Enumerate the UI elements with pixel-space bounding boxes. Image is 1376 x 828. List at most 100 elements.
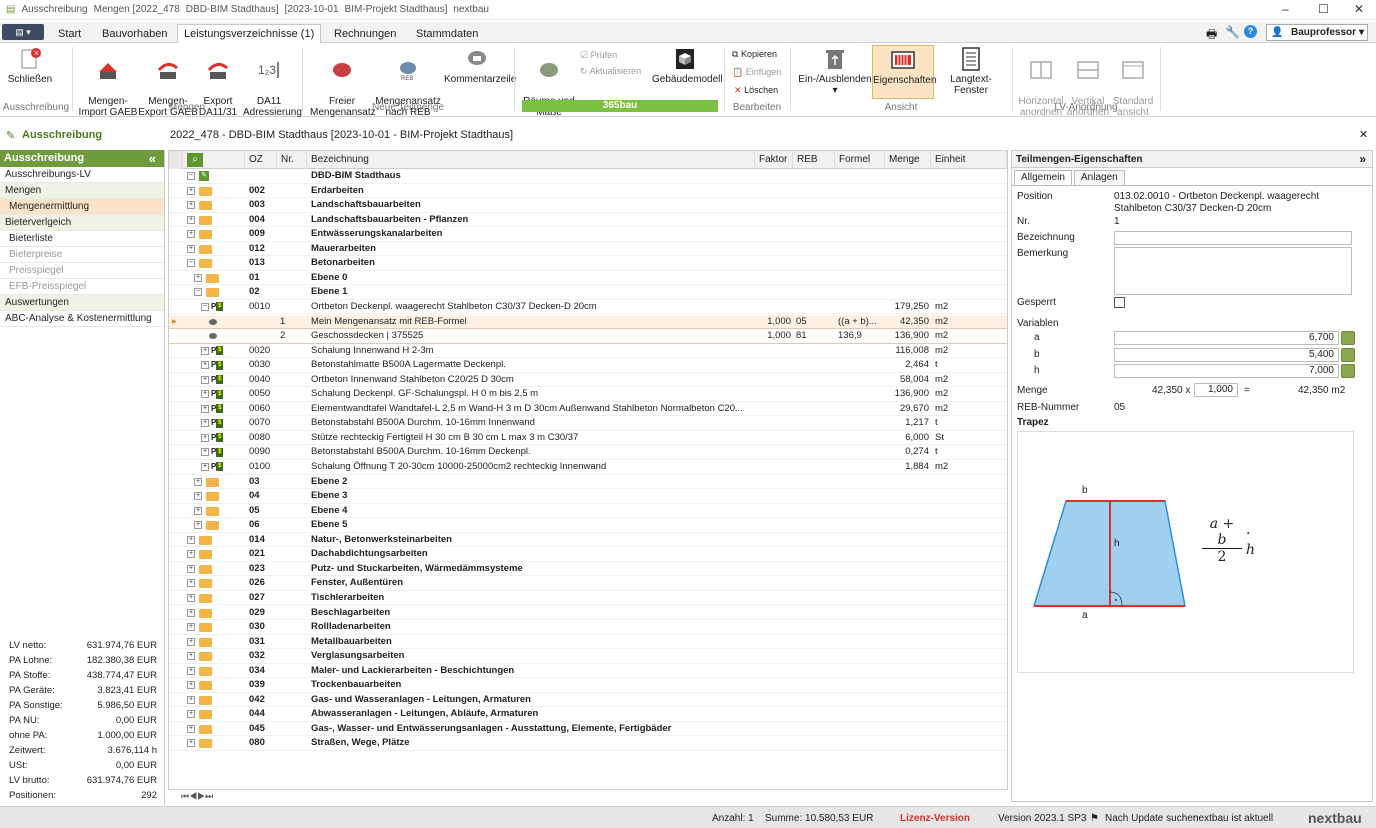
variable-value-input[interactable]: 7,000 — [1114, 364, 1339, 378]
folder-row[interactable]: +002 Erdarbeiten — [169, 184, 1007, 199]
expand-toggle-icon[interactable]: + — [187, 215, 195, 224]
expand-toggle-icon[interactable]: + — [187, 637, 195, 646]
expand-toggle-icon[interactable]: + — [201, 361, 209, 370]
search-icon[interactable]: ⌕ — [187, 153, 203, 167]
check-update-button[interactable]: Nach Update suchen — [1105, 813, 1198, 824]
app-menu-button[interactable]: ▤ ▾ — [2, 24, 44, 40]
quantity-row[interactable]: ▸ 1 Mein Mengenansatz mit REB-Formel 1,000 0… — [169, 314, 1007, 330]
col-header-bezeichnung[interactable]: Bezeichnung — [307, 151, 755, 169]
folder-row[interactable]: +027 Tischlerarbeiten — [169, 591, 1007, 606]
expand-toggle-icon[interactable]: + — [194, 273, 202, 282]
folder-row[interactable]: +05 Ebene 4 — [169, 504, 1007, 519]
folder-row[interactable]: +030 Rollladenarbeiten — [169, 620, 1007, 635]
nav-bieterliste[interactable]: Bieterliste — [0, 231, 164, 247]
folder-row[interactable]: +023 Putz- und Stuckarbeiten, Wärmedämmsy… — [169, 562, 1007, 577]
expand-toggle-icon[interactable]: + — [187, 230, 195, 239]
nav-section-auswertungen[interactable]: Auswertungen — [0, 295, 164, 311]
position-row[interactable]: + P $ 0060 Elementwandtafel Wandtafel-L 2,5 … — [169, 402, 1007, 417]
tab-rechnungen[interactable]: Rechnungen — [328, 25, 402, 43]
expand-toggle-icon[interactable]: + — [187, 710, 195, 719]
expand-toggle-icon[interactable]: − — [187, 259, 195, 268]
col-header-menge[interactable]: Menge — [885, 151, 931, 169]
col-header-reb[interactable]: REB — [793, 151, 835, 169]
expand-toggle-icon[interactable]: + — [187, 681, 195, 690]
bezeichnung-input[interactable] — [1114, 231, 1352, 245]
expand-toggle-icon[interactable]: + — [187, 244, 195, 253]
folder-row[interactable]: +031 Metallbauarbeiten — [169, 635, 1007, 650]
nav-bieterpreise[interactable]: Bieterpreise — [0, 247, 164, 263]
expand-toggle-icon[interactable]: + — [187, 579, 195, 588]
tab-anlagen[interactable]: Anlagen — [1074, 170, 1125, 185]
folder-row[interactable]: +06 Ebene 5 — [169, 518, 1007, 533]
expand-toggle-icon[interactable]: + — [201, 390, 209, 399]
expand-toggle-icon[interactable]: + — [194, 477, 202, 486]
folder-row[interactable]: +034 Maler- und Lackierarbeiten - Beschic… — [169, 664, 1007, 679]
quantity-row[interactable]: 2 Geschossdecken | 375525 1,000 81 136,9 136,… — [169, 329, 1007, 344]
last-page-icon[interactable]: ⏭ — [205, 791, 213, 801]
folder-row[interactable]: +039 Trockenbauarbeiten — [169, 678, 1007, 693]
position-row[interactable]: + P $ 0080 Stütze rechteckig Fertigteil H 30… — [169, 431, 1007, 446]
expand-toggle-icon[interactable]: + — [201, 346, 209, 355]
expand-toggle-icon[interactable]: + — [187, 593, 195, 602]
position-row[interactable]: + P $ 0090 Betonstabstahl B500A Durchm. 10-1… — [169, 445, 1007, 460]
expand-toggle-icon[interactable]: + — [201, 404, 209, 413]
folder-row[interactable]: +021 Dachabdichtungsarbeiten — [169, 547, 1007, 562]
folder-row[interactable]: +01 Ebene 0 — [169, 271, 1007, 286]
expand-toggle-icon[interactable]: − — [194, 288, 202, 297]
expand-toggle-icon[interactable]: + — [201, 433, 209, 442]
folder-row[interactable]: +032 Verglasungsarbeiten — [169, 649, 1007, 664]
folder-row[interactable]: − 02 Ebene 1 — [169, 285, 1007, 300]
expand-toggle-icon[interactable]: + — [187, 550, 195, 559]
close-document-button[interactable]: ✕ — [1359, 128, 1368, 141]
col-header-formel[interactable]: Formel — [835, 151, 885, 169]
col-header-faktor[interactable]: Faktor — [755, 151, 793, 169]
tab-leistungsverzeichnisse[interactable]: Leistungsverzeichnisse (1) — [177, 24, 322, 44]
collapse-right-button[interactable]: » — [1359, 151, 1366, 168]
position-row[interactable]: + P $ 0030 Betonstahlmatte B500A Lagermatte … — [169, 358, 1007, 373]
collapse-left-button[interactable]: « — [149, 150, 156, 167]
expand-toggle-icon[interactable]: − — [187, 172, 195, 180]
einfuegen-button[interactable]: 📋 Einfügen — [732, 66, 781, 78]
expand-toggle-icon[interactable]: + — [187, 623, 195, 632]
aktualisieren-button[interactable]: ↻ Aktualisieren — [580, 65, 641, 77]
variable-value-input[interactable]: 6,700 — [1114, 331, 1339, 345]
expand-toggle-icon[interactable]: + — [187, 652, 195, 661]
bemerkung-textarea[interactable] — [1114, 247, 1352, 295]
user-selector[interactable]: 👤 Bauprofessor ▾ — [1266, 24, 1368, 41]
position-row[interactable]: + P $ 0100 Schalung Öffnung T 20-30cm 10000-… — [169, 460, 1007, 475]
folder-row[interactable]: − ✎ DBD-BIM Stadthaus — [169, 169, 1007, 184]
expand-toggle-icon[interactable]: + — [194, 506, 202, 515]
expand-toggle-icon[interactable]: + — [201, 375, 209, 384]
folder-row[interactable]: +03 Ebene 2 — [169, 475, 1007, 490]
folder-row[interactable]: +009 Entwässerungskanalarbeiten — [169, 227, 1007, 242]
prev-page-icon[interactable]: ◀ — [189, 791, 197, 801]
position-row[interactable]: + P $ 0070 Betonstabstahl B500A Durchm. 10-1… — [169, 416, 1007, 431]
expand-toggle-icon[interactable]: + — [201, 463, 209, 471]
variable-pick-button[interactable] — [1341, 331, 1355, 345]
loeschen-button[interactable]: ✕ Löschen — [734, 84, 778, 96]
folder-row[interactable]: +026 Fenster, Außentüren — [169, 576, 1007, 591]
menge-factor-input[interactable]: 1,000 — [1194, 383, 1238, 397]
col-header-einheit[interactable]: Einheit — [931, 151, 1007, 169]
gesperrt-checkbox[interactable] — [1114, 297, 1125, 308]
nav-section-bietervergleich[interactable]: Bieterverlgeich — [0, 215, 164, 231]
expand-toggle-icon[interactable]: + — [187, 695, 195, 704]
col-header-nr[interactable]: Nr. — [277, 151, 307, 169]
tab-stammdaten[interactable]: Stammdaten — [410, 25, 484, 43]
expand-toggle-icon[interactable]: + — [187, 186, 195, 195]
position-row[interactable]: + P $ 0020 Schalung Innenwand H 2-3m 116,008 m… — [169, 344, 1007, 359]
expand-toggle-icon[interactable]: + — [187, 666, 195, 675]
variable-pick-button[interactable] — [1341, 364, 1355, 378]
expand-toggle-icon[interactable]: + — [194, 492, 202, 501]
kopieren-button[interactable]: ⧉ Kopieren — [732, 48, 777, 60]
nav-abc-analyse[interactable]: ABC-Analyse & Kostenermittlung — [0, 311, 164, 327]
folder-row[interactable]: +04 Ebene 3 — [169, 489, 1007, 504]
col-header-oz[interactable]: OZ — [245, 151, 277, 169]
langtext-fenster-button[interactable]: Langtext-Fenster — [936, 47, 1006, 96]
expand-toggle-icon[interactable]: + — [194, 521, 202, 530]
position-row[interactable]: − P $ 0010 Ortbeton Deckenpl. waagerecht Sta… — [169, 300, 1007, 315]
pruefen-button[interactable]: ☑ Prüfen — [580, 49, 617, 61]
expand-toggle-icon[interactable]: + — [187, 535, 195, 544]
close-window-button[interactable]: ✕ — [1354, 2, 1364, 16]
next-page-icon[interactable]: ▶ — [197, 791, 205, 801]
